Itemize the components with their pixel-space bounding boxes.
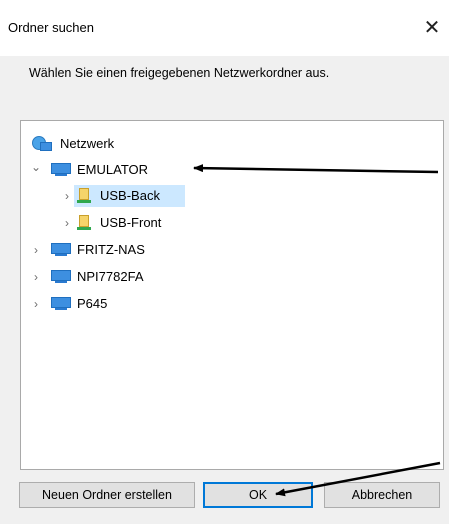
- network-icon: [32, 136, 52, 152]
- cancel-button[interactable]: Abbrechen: [324, 482, 440, 508]
- computer-icon: [50, 297, 72, 311]
- tree-item-label: EMULATOR: [77, 162, 149, 177]
- tree-item-label: Netzwerk: [60, 136, 115, 151]
- tree-item-netzwerk[interactable]: Netzwerk: [32, 133, 232, 155]
- tree-item-label: P645: [77, 296, 108, 311]
- tree-item-p645[interactable]: › P645: [31, 293, 231, 315]
- close-icon[interactable]: ✕: [418, 12, 446, 44]
- ok-button[interactable]: OK: [203, 482, 313, 508]
- chevron-right-icon[interactable]: ›: [31, 239, 41, 261]
- dialog-title: Ordner suchen: [8, 20, 94, 35]
- chevron-right-icon[interactable]: ›: [31, 266, 41, 288]
- computer-icon: [50, 270, 72, 284]
- chevron-down-icon[interactable]: ⌄: [31, 156, 41, 178]
- tree-item-label: FRITZ-NAS: [77, 242, 145, 257]
- chevron-right-icon[interactable]: ›: [31, 293, 41, 315]
- computer-icon: [50, 163, 72, 177]
- computer-icon: [50, 243, 72, 257]
- folder-browse-dialog: Ordner suchen ✕ Wählen Sie einen freigeg…: [0, 0, 449, 524]
- tree-item-npi7782fa[interactable]: › NPI7782FA: [31, 266, 231, 288]
- instruction-text: Wählen Sie einen freigegebenen Netzwerko…: [29, 66, 330, 80]
- tree-item-emulator[interactable]: ⌄ EMULATOR: [31, 159, 231, 181]
- drive-icon: [77, 188, 91, 204]
- tree-item-usb-front[interactable]: › USB-Front: [65, 212, 224, 234]
- new-folder-button[interactable]: Neuen Ordner erstellen: [19, 482, 195, 508]
- chevron-right-icon[interactable]: ›: [62, 185, 72, 207]
- tree-item-usb-back[interactable]: › USB-Back: [65, 185, 185, 207]
- tree-item-label: USB-Front: [100, 215, 162, 230]
- tree-item-label: USB-Back: [100, 188, 160, 203]
- chevron-right-icon[interactable]: ›: [62, 212, 72, 234]
- tree-item-label: NPI7782FA: [77, 269, 144, 284]
- folder-tree[interactable]: Netzwerk ⌄ EMULATOR › USB-Back › USB-Fro…: [20, 120, 444, 470]
- title-bar: Ordner suchen ✕: [0, 0, 449, 56]
- tree-item-fritz-nas[interactable]: › FRITZ-NAS: [31, 239, 231, 261]
- drive-icon: [77, 215, 91, 231]
